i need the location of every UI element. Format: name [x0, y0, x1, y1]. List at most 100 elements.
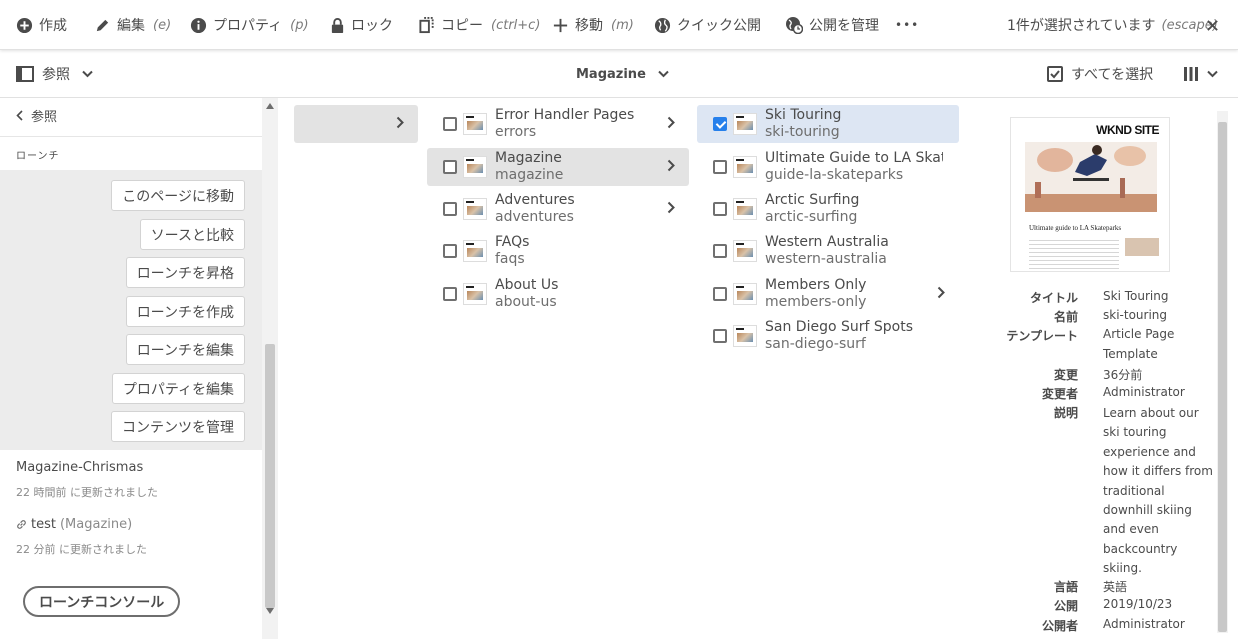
- row-checkbox[interactable]: [443, 202, 457, 216]
- list-item[interactable]: Adventures adventures: [427, 190, 689, 228]
- row-checkbox[interactable]: [443, 287, 457, 301]
- edit-properties-button[interactable]: プロパティを編集: [111, 373, 245, 404]
- launch-item[interactable]: test (Magazine): [16, 517, 132, 532]
- page-name: ski-touring: [765, 124, 840, 140]
- page-title: Ultimate Guide to LA Skat…: [765, 150, 943, 166]
- clear-selection-button[interactable]: [1206, 0, 1219, 50]
- page-thumbnail: [463, 113, 487, 135]
- quick-publish-label: クイック公開: [677, 18, 761, 34]
- row-checkbox[interactable]: [713, 329, 727, 343]
- chevron-right-icon: [667, 159, 675, 172]
- column1-row[interactable]: [294, 105, 418, 143]
- copy-button[interactable]: コピー (ctrl+c): [419, 0, 540, 50]
- page-name: adventures: [495, 209, 574, 225]
- row-checkbox[interactable]: [713, 202, 727, 216]
- detail-label-language: 言語: [1053, 580, 1078, 594]
- page-name: western-australia: [765, 251, 887, 267]
- list-item[interactable]: Members Only members-only: [697, 275, 959, 313]
- detail-value-published: 2019/10/23: [1103, 597, 1173, 611]
- page-preview-thumbnail: WKND SITE Ultimate guide to LA Skatepark…: [1010, 117, 1170, 272]
- view-switcher[interactable]: [1183, 50, 1218, 98]
- link-icon: [17, 520, 26, 529]
- launch-updated: 22 分前 に更新されました: [16, 543, 147, 556]
- rail-scrollbar[interactable]: [262, 98, 278, 639]
- rail-back-button[interactable]: 参照: [16, 104, 57, 126]
- list-item[interactable]: San Diego Surf Spots san-diego-surf: [697, 317, 959, 355]
- row-checkbox[interactable]: [713, 160, 727, 174]
- row-checkbox[interactable]: [443, 117, 457, 131]
- more-button[interactable]: •••: [895, 0, 919, 50]
- properties-button[interactable]: プロパティ (p): [190, 0, 309, 50]
- list-item[interactable]: About Us about-us: [427, 275, 689, 313]
- detail-label-description: 説明: [1053, 406, 1078, 420]
- row-checkbox[interactable]: [713, 117, 727, 131]
- lock-icon: [331, 17, 344, 33]
- detail-label-published: 公開: [1053, 599, 1078, 613]
- move-button[interactable]: 移動 (m): [552, 0, 634, 50]
- rail-back-label: 参照: [31, 109, 58, 125]
- page-thumbnail: [463, 283, 487, 305]
- list-item[interactable]: Magazine magazine: [427, 148, 689, 186]
- page-name: about-us: [495, 294, 557, 310]
- page-title: FAQs: [495, 234, 530, 250]
- row-checkbox[interactable]: [713, 244, 727, 258]
- go-to-page-button[interactable]: このページに移動: [111, 180, 245, 211]
- move-icon: [553, 18, 568, 32]
- launch-console-button[interactable]: ローンチコンソール: [23, 586, 181, 617]
- page-name: san-diego-surf: [765, 336, 866, 352]
- promote-launch-button[interactable]: ローンチを昇格: [125, 257, 245, 288]
- select-all-button[interactable]: すべてを選択: [1047, 50, 1153, 98]
- manage-publication-button[interactable]: 公開を管理: [785, 0, 879, 50]
- rail-toggle-label: 参照: [42, 67, 70, 83]
- edit-button[interactable]: 編集 (e): [94, 0, 171, 50]
- page-thumbnail: [463, 198, 487, 220]
- lock-button[interactable]: ロック: [330, 0, 393, 50]
- skater-photo: [1025, 142, 1157, 212]
- manage-content-button[interactable]: コンテンツを管理: [111, 411, 245, 442]
- divider: [0, 136, 262, 137]
- detail-value-modified-by: Administrator: [1103, 385, 1185, 399]
- close-icon: [1207, 19, 1218, 31]
- page-name: guide-la-skateparks: [765, 167, 904, 183]
- page-thumbnail: [733, 240, 757, 262]
- list-item[interactable]: Arctic Surfing arctic-surfing: [697, 190, 959, 228]
- properties-label: プロパティ: [213, 18, 283, 34]
- left-rail: 参照 ローンチ このページに移動 ソースと比較 ローンチを昇格 ローンチを作成 …: [0, 98, 278, 639]
- create-launch-button[interactable]: ローンチを作成: [125, 296, 245, 327]
- create-button[interactable]: 作成: [16, 0, 67, 50]
- checkbox-checked-icon: [1047, 66, 1063, 82]
- scrollbar-thumb[interactable]: [1218, 122, 1227, 632]
- row-checkbox[interactable]: [443, 160, 457, 174]
- launch-actions-panel: このページに移動 ソースと比較 ローンチを昇格 ローンチを作成 ローンチを編集 …: [0, 170, 262, 450]
- list-item[interactable]: Ultimate Guide to LA Skat… guide-la-skat…: [697, 148, 959, 186]
- move-shortcut: (m): [611, 17, 634, 33]
- chevron-right-icon: [396, 116, 404, 129]
- detail-label-name: 名前: [1053, 310, 1078, 324]
- preview-side-image: [1125, 238, 1159, 256]
- globe-clock-icon: [786, 17, 803, 34]
- chevron-right-icon: [667, 201, 675, 214]
- launch-updated: 22 時間前 に更新されました: [16, 486, 158, 499]
- detail-value-language: 英語: [1103, 580, 1128, 594]
- compare-source-button[interactable]: ソースと比較: [139, 219, 245, 250]
- quick-publish-button[interactable]: クイック公開: [654, 0, 761, 50]
- preview-article-title: Ultimate guide to LA Skateparks: [1029, 224, 1122, 232]
- breadcrumb[interactable]: Magazine: [576, 50, 669, 98]
- edit-launch-button[interactable]: ローンチを編集: [125, 334, 245, 365]
- scrollbar-thumb[interactable]: [265, 344, 275, 608]
- column-view-icon: [1184, 67, 1198, 81]
- detail-value-title: Ski Touring: [1103, 289, 1169, 303]
- list-item[interactable]: Western Australia western-australia: [697, 232, 959, 270]
- action-bar: 作成 編集 (e) プロパティ (p) ロック コピー (ctrl+c) 移動 …: [0, 0, 1238, 50]
- launch-title[interactable]: Magazine-Chrismas: [16, 460, 143, 475]
- list-item[interactable]: FAQs faqs: [427, 232, 689, 270]
- preview-text-lines: [1029, 240, 1119, 270]
- edit-label: 編集: [117, 18, 145, 34]
- row-checkbox[interactable]: [443, 244, 457, 258]
- page-name: faqs: [495, 251, 525, 267]
- list-item[interactable]: Error Handler Pages errors: [427, 105, 689, 143]
- detail-value-template-cont: Template: [1103, 347, 1158, 361]
- rail-toggle-button[interactable]: 参照: [16, 50, 93, 98]
- row-checkbox[interactable]: [713, 287, 727, 301]
- list-item[interactable]: Ski Touring ski-touring: [697, 105, 959, 143]
